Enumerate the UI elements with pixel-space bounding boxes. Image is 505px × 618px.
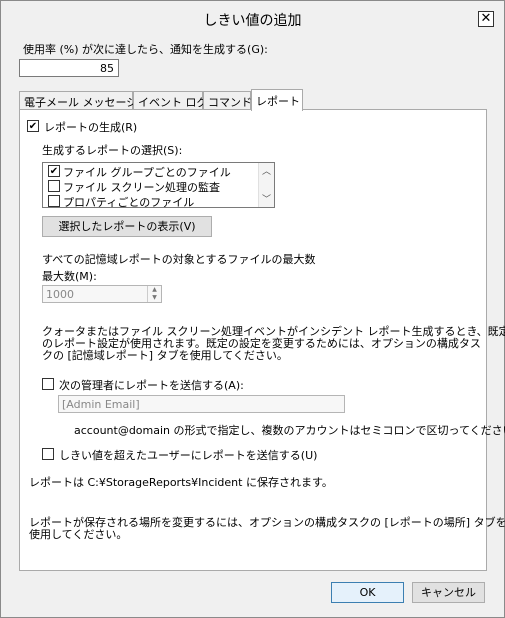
usage-value: 85 (100, 62, 114, 75)
generate-report-checkbox[interactable] (27, 120, 39, 132)
usage-label: 使用率 (%) が次に達したら、通知を生成する(G): (23, 43, 268, 56)
listbox-scrollbar[interactable]: ︿ ﹀ (258, 163, 274, 207)
report-listbox[interactable]: ファイル グループごとのファイル ファイル スクリーン処理の監査 プロパティごと… (42, 162, 275, 208)
chevron-down-icon[interactable]: ▼ (148, 294, 161, 302)
dialog-window: しきい値の追加 ✕ 使用率 (%) が次に達したら、通知を生成する(G): 85… (0, 0, 505, 618)
report-item-checkbox[interactable] (48, 180, 60, 192)
info-text-line3: クの [記憶域レポート] タブを使用してください。 (42, 349, 288, 362)
chevron-down-icon[interactable]: ﹀ (259, 192, 274, 206)
tab-report[interactable]: レポート (251, 89, 303, 111)
generate-report-label: レポートの生成(R) (44, 121, 138, 134)
max-count-stepper[interactable]: 1000 ▲ ▼ (42, 285, 162, 303)
list-item[interactable]: プロパティごとのファイル (63, 194, 194, 207)
send-user-checkbox[interactable] (42, 448, 54, 460)
title-bar: しきい値の追加 ✕ (1, 1, 504, 33)
report-item-checkbox[interactable] (48, 195, 60, 207)
send-admin-label: 次の管理者にレポートを送信する(A): (59, 379, 244, 392)
stepper-buttons[interactable]: ▲ ▼ (147, 286, 161, 302)
send-admin-checkbox[interactable] (42, 378, 54, 390)
report-select-label: 生成するレポートの選択(S): (42, 144, 183, 157)
list-item[interactable]: ファイル グループごとのファイル (63, 164, 231, 180)
admin-email-value: [Admin Email] (62, 398, 140, 411)
tab-event-log[interactable]: イベント ログ (133, 91, 208, 110)
report-saved-path: レポートは C:¥StorageReports¥Incident に保存されます… (29, 476, 333, 489)
admin-email-input[interactable]: [Admin Email] (58, 395, 345, 413)
ok-button[interactable]: OK (331, 582, 404, 603)
max-files-heading: すべての記憶域レポートの対象とするファイルの最大数 (42, 253, 316, 266)
usage-input[interactable]: 85 (19, 59, 119, 77)
change-location-line2: 使用してください。 (29, 528, 128, 541)
report-item-checkbox[interactable] (48, 165, 60, 177)
tab-command[interactable]: コマンド (203, 91, 252, 110)
max-count-label: 最大数(M): (42, 270, 97, 283)
list-item[interactable]: ファイル スクリーン処理の監査 (63, 179, 220, 195)
show-selected-report-button[interactable]: 選択したレポートの表示(V) (42, 216, 212, 237)
max-count-value: 1000 (46, 288, 74, 301)
window-title: しきい値の追加 (203, 13, 302, 29)
account-hint: account@domain の形式で指定し、複数のアカウントはセミコロンで区切… (74, 424, 505, 437)
close-icon[interactable]: ✕ (478, 11, 494, 27)
chevron-up-icon[interactable]: ︿ (259, 164, 274, 178)
send-user-label: しきい値を超えたユーザーにレポートを送信する(U) (59, 449, 318, 462)
chevron-up-icon[interactable]: ▲ (148, 286, 161, 294)
cancel-button[interactable]: キャンセル (412, 582, 485, 603)
report-panel: レポートの生成(R) 生成するレポートの選択(S): ファイル グループごとのフ… (19, 109, 505, 571)
tab-email[interactable]: 電子メール メッセージ (19, 91, 137, 110)
